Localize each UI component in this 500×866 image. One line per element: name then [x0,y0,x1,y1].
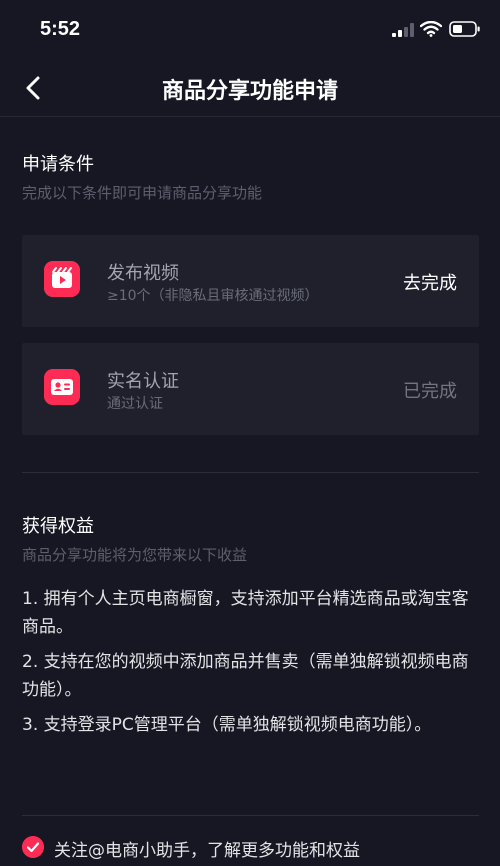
completed-status: 已完成 [403,381,457,402]
page-title: 商品分享功能申请 [161,79,338,104]
wifi-icon [420,21,442,37]
benefit-item: 1. 拥有个人主页电商橱窗，支持添加平台精选商品或淘宝客商品。 [22,589,469,637]
benefit-item: 3. 支持登录PC管理平台（需单独解锁视频电商功能）。 [22,715,432,735]
requirement-card-video[interactable]: 发布视频 ≥10个（非隐私且审核通过视频） 去完成 [22,235,479,327]
requirements-title: 申请条件 [22,154,94,175]
benefit-item: 2. 支持在您的视频中添加商品并售卖（需单独解锁视频电商功能）。 [22,652,469,700]
video-icon [44,261,80,297]
requirement-card-verification: 实名认证 通过认证 已完成 [22,343,479,435]
benefits-title: 获得权益 [22,516,94,537]
signal-icon [392,23,414,37]
id-card-icon [44,369,80,405]
requirement-desc: ≥10个（非隐私且审核通过视频） [107,288,319,304]
status-bar: 5:52 [0,0,500,60]
benefits-subtitle: 商品分享功能将为您带来以下收益 [22,546,248,564]
section-divider [22,472,479,473]
nav-bar: 商品分享功能申请 [0,60,500,117]
go-complete-button[interactable]: 去完成 [403,269,457,295]
requirement-title: 实名认证 [107,371,179,392]
follow-label: 关注@电商小助手，了解更多功能和权益 [54,841,360,861]
check-circle-icon[interactable] [22,836,44,858]
requirement-desc: 通过认证 [107,396,163,412]
battery-icon [449,21,480,37]
requirements-subtitle: 完成以下条件即可申请商品分享功能 [22,184,263,202]
footer-divider [22,815,479,816]
requirement-title: 发布视频 [107,263,179,284]
status-time: 5:52 [40,18,81,40]
